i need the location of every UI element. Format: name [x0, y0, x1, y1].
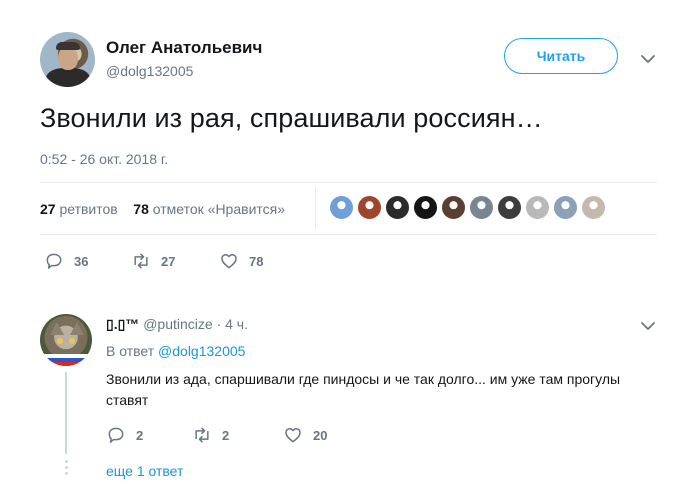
retweets-stat[interactable]: 27 ретвитов [40, 201, 118, 217]
reply-icon [108, 427, 124, 443]
tweet-stats: 27 ретвитов 78 отметок «Нравится» [40, 201, 285, 217]
retweet-count: 27 [161, 253, 176, 269]
liker-avatar[interactable] [357, 195, 382, 220]
like-action[interactable]: 78 [219, 251, 263, 271]
likes-count: 78 [133, 201, 149, 217]
thread-dot [65, 460, 68, 463]
in-reply-label: В ответ [106, 343, 155, 359]
tweet-text: Звонили из рая, спрашивали россиян… [40, 103, 543, 133]
author-name[interactable]: Олег Анатольевич [106, 38, 262, 58]
reply-time[interactable]: · 4 ч. [217, 316, 248, 332]
avatar-body [46, 68, 90, 87]
reply-action[interactable]: 36 [44, 251, 88, 271]
avatar-ear [70, 322, 84, 335]
in-reply-handle-link[interactable]: @dolg132005 [158, 343, 245, 359]
avatar-ear [50, 322, 64, 335]
divider [40, 182, 657, 183]
avatar-eye [57, 338, 63, 344]
liker-avatar[interactable] [497, 195, 522, 220]
likers-avatars [329, 195, 606, 220]
more-replies-link[interactable]: еще 1 ответ [106, 463, 183, 479]
reply-author-handle[interactable]: @putincize [143, 316, 212, 332]
thread-dot [65, 466, 68, 469]
retweets-count: 27 [40, 201, 56, 217]
heart-icon [221, 254, 237, 269]
like-count: 78 [249, 253, 264, 269]
tweet-timestamp[interactable]: 0:52 - 26 окт. 2018 г. [40, 151, 168, 167]
liker-avatar[interactable] [581, 195, 606, 220]
reply-text: Звонили из ада, спаршивали где пиндосы и… [106, 371, 621, 408]
avatar-flag [40, 354, 92, 366]
reply-author-name[interactable]: ▯.▯™ [106, 316, 139, 332]
chevron-down-icon[interactable] [640, 318, 656, 334]
reply-retweet-action[interactable]: 2 [192, 425, 229, 445]
liker-avatar[interactable] [469, 195, 494, 220]
retweet-icon [134, 253, 148, 269]
liker-avatar[interactable] [441, 195, 466, 220]
reply-reply-action[interactable]: 2 [106, 425, 143, 445]
liker-avatar[interactable] [525, 195, 550, 220]
liker-avatar[interactable] [413, 195, 438, 220]
avatar-eye [69, 338, 75, 344]
heart-icon [285, 428, 301, 443]
liker-avatar[interactable] [329, 195, 354, 220]
divider [40, 234, 657, 235]
reply-like-action[interactable]: 20 [283, 425, 327, 445]
stats-separator [315, 188, 316, 228]
liker-avatar[interactable] [553, 195, 578, 220]
reply-count: 36 [74, 253, 89, 269]
thread-line [65, 372, 67, 454]
in-reply-to: В ответ @dolg132005 [106, 343, 245, 359]
liker-avatar[interactable] [385, 195, 410, 220]
follow-button[interactable]: Читать [504, 38, 618, 74]
reply-reply-count: 2 [136, 427, 144, 443]
thread-dot [65, 472, 68, 475]
author-handle[interactable]: @dolg132005 [106, 63, 193, 79]
reply-header: ▯.▯™ @putincize · 4 ч. [106, 316, 248, 333]
retweets-label: ретвитов [59, 201, 118, 217]
likes-label: отметок «Нравится» [152, 201, 286, 217]
author-avatar[interactable] [40, 32, 95, 87]
chevron-down-icon[interactable] [640, 51, 656, 67]
likes-stat[interactable]: 78 отметок «Нравится» [133, 201, 285, 217]
retweet-action[interactable]: 27 [131, 251, 175, 271]
reply-retweet-count: 2 [222, 427, 230, 443]
reply-icon [46, 253, 62, 269]
avatar-cap [56, 42, 80, 50]
reply-like-count: 20 [313, 427, 328, 443]
reply-author-avatar[interactable] [40, 314, 92, 366]
retweet-icon [195, 427, 209, 443]
